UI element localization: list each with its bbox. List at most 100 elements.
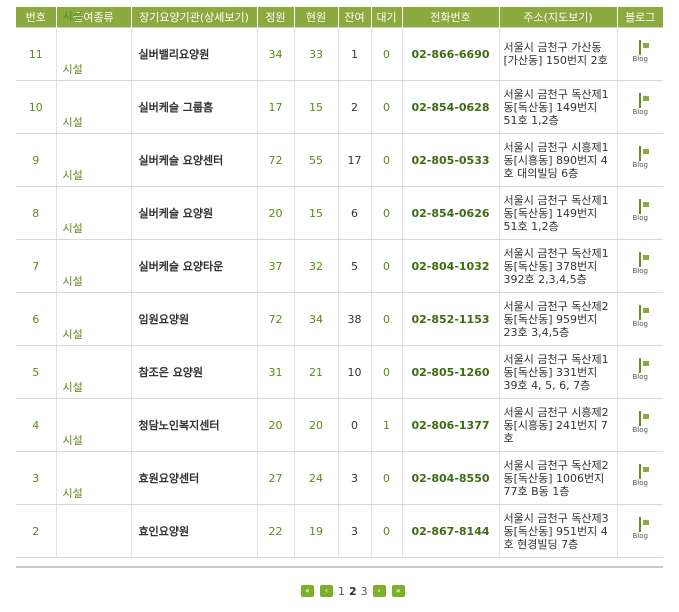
address-map-link[interactable]: 서울시 금천구 독산제1동[독산동] 149번지 51호 1,2층 [498, 80, 617, 134]
page-3-link[interactable]: 3 [361, 585, 368, 598]
facility-name-link[interactable]: 효원요양센터 [130, 451, 257, 505]
blog-icon[interactable]: Blog [627, 146, 653, 173]
row-number: 3 [16, 451, 56, 505]
next-page-button[interactable]: › [372, 585, 386, 597]
first-page-button[interactable]: « [301, 585, 314, 597]
blog-icon[interactable]: Blog [627, 40, 653, 67]
blog-cell: Blog [616, 398, 663, 452]
page-1-link[interactable]: 1 [338, 585, 345, 598]
benefit-type-link[interactable]: 시설 [63, 114, 131, 130]
last-page-button[interactable]: » [391, 585, 405, 597]
blog-icon[interactable]: Blog [627, 358, 653, 385]
row-number: 7 [16, 239, 56, 293]
table-row: 2 시설 효인요양원 22 19 3 0 02-867-8144 서울시 금천구 독산제3동[독… [16, 487, 663, 558]
current-value: 15 [293, 186, 338, 240]
facility-name-link[interactable]: 실버케슬 요양타운 [130, 239, 257, 293]
header-facility: 장기요양기관(상세보기) [130, 7, 257, 28]
capacity-value: 31 [256, 345, 294, 399]
current-value: 32 [293, 239, 338, 293]
blog-cell: Blog [616, 292, 663, 346]
row-number: 6 [16, 292, 56, 346]
blog-label: Blog [632, 108, 648, 116]
capacity-value: 34 [256, 27, 294, 81]
phone-number: 02-867-8144 [401, 504, 499, 558]
blog-icon[interactable]: Blog [627, 305, 653, 332]
blog-icon[interactable]: Blog [627, 93, 653, 120]
address-map-link[interactable]: 서울시 금천구 시흥제2동[시흥동] 241번지 7호 [498, 398, 617, 452]
blog-label: Blog [632, 479, 648, 487]
address-map-link[interactable]: 서울시 금천구 독산제2동[독산동] 1006번지 77호 B동 1층 [498, 451, 617, 505]
facility-name-link[interactable]: 실버케슬 요양원 [130, 186, 257, 240]
blog-cell: Blog [616, 451, 663, 505]
blog-icon[interactable]: Blog [627, 199, 653, 226]
remaining-value: 5 [337, 239, 371, 293]
benefit-type-link[interactable]: 시설 [63, 379, 131, 395]
phone-number: 02-804-8550 [401, 451, 499, 505]
capacity-value: 27 [256, 451, 294, 505]
facility-name-link[interactable]: 실버케슬 요양센터 [130, 133, 257, 187]
facility-name-link[interactable]: 참조은 요양원 [130, 345, 257, 399]
row-number: 2 [16, 504, 56, 558]
capacity-value: 20 [256, 398, 294, 452]
blog-label: Blog [632, 373, 648, 381]
address-map-link[interactable]: 서울시 금천구 시흥제1동[시흥동] 890번지 4호 대의빌딩 6층 [498, 133, 617, 187]
remaining-value: 6 [337, 186, 371, 240]
blog-cell: Blog [616, 504, 663, 558]
address-map-link[interactable]: 서울시 금천구 독산제3동[독산동] 951번지 4호 현경빌딩 7층 [498, 504, 617, 558]
capacity-value: 22 [256, 504, 294, 558]
row-number: 10 [16, 80, 56, 134]
benefit-type-link[interactable]: 시설 [63, 432, 131, 448]
facility-name-link[interactable]: 실버케슬 그룹홈 [130, 80, 257, 134]
waiting-value: 0 [370, 133, 402, 187]
header-no: 번호 [16, 7, 56, 28]
current-value: 21 [293, 345, 338, 399]
benefit-type-link[interactable]: 시설 [63, 61, 131, 77]
remaining-value: 0 [337, 398, 371, 452]
blog-icon[interactable]: Blog [627, 464, 653, 491]
address-map-link[interactable]: 서울시 금천구 가산동[가산동] 150번지 2호 [498, 27, 617, 81]
phone-number: 02-852-1153 [401, 292, 499, 346]
facility-name-link[interactable]: 청담노인복지센터 [130, 398, 257, 452]
facility-name-link[interactable]: 실버밸리요양원 [130, 27, 257, 81]
waiting-value: 0 [370, 504, 402, 558]
current-value: 55 [293, 133, 338, 187]
row-number: 5 [16, 345, 56, 399]
header-phone: 전화번호 [401, 7, 499, 28]
benefit-type-link[interactable]: 시설 [63, 167, 131, 183]
blog-label: Blog [632, 267, 648, 275]
waiting-value: 0 [370, 345, 402, 399]
header-waiting: 대기 [370, 7, 402, 28]
prev-page-button[interactable]: ‹ [320, 585, 333, 597]
address-map-link[interactable]: 서울시 금천구 독산제1동[독산동] 149번지 51호 1,2층 [498, 186, 617, 240]
facility-name-link[interactable]: 임원요양원 [130, 292, 257, 346]
blog-cell: Blog [616, 80, 663, 134]
blog-label: Blog [632, 55, 648, 63]
benefit-type-link[interactable]: 시설 [63, 273, 131, 289]
blog-icon[interactable]: Blog [627, 411, 653, 438]
capacity-value: 17 [256, 80, 294, 134]
facility-name-link[interactable]: 효인요양원 [130, 504, 257, 558]
header-capacity: 정원 [256, 7, 294, 28]
remaining-value: 17 [337, 133, 371, 187]
page-2-current: 2 [349, 584, 357, 598]
phone-number: 02-866-6690 [401, 27, 499, 81]
current-value: 24 [293, 451, 338, 505]
row-number: 11 [16, 27, 56, 81]
blog-icon[interactable]: Blog [627, 517, 653, 544]
benefit-type-link[interactable]: 시설 [63, 326, 131, 342]
waiting-value: 0 [370, 27, 402, 81]
address-map-link[interactable]: 서울시 금천구 독산제1동[독산동] 331번지 39호 4, 5, 6, 7층 [498, 345, 617, 399]
blog-icon[interactable]: Blog [627, 252, 653, 279]
pagination: « ‹ 1 2 3 › » [298, 584, 408, 598]
benefit-type-link[interactable]: 시설 [63, 220, 131, 236]
address-map-link[interactable]: 서울시 금천구 독산제2동[독산동] 959번지 23호 3,4,5층 [498, 292, 617, 346]
address-map-link[interactable]: 서울시 금천구 독산제1동[독산동] 378번지 392호 2,3,4,5층 [498, 239, 617, 293]
table-header-row: 번호 급여종류 장기요양기관(상세보기) 정원 현원 잔여 대기 전화번호 주소(지도보기) 블로… [16, 7, 663, 28]
row-number: 4 [16, 398, 56, 452]
benefit-type-link[interactable]: 시설 [63, 485, 131, 501]
blog-cell: Blog [616, 133, 663, 187]
blog-cell: Blog [616, 345, 663, 399]
blog-cell: Blog [616, 186, 663, 240]
capacity-value: 72 [256, 292, 294, 346]
waiting-value: 0 [370, 451, 402, 505]
